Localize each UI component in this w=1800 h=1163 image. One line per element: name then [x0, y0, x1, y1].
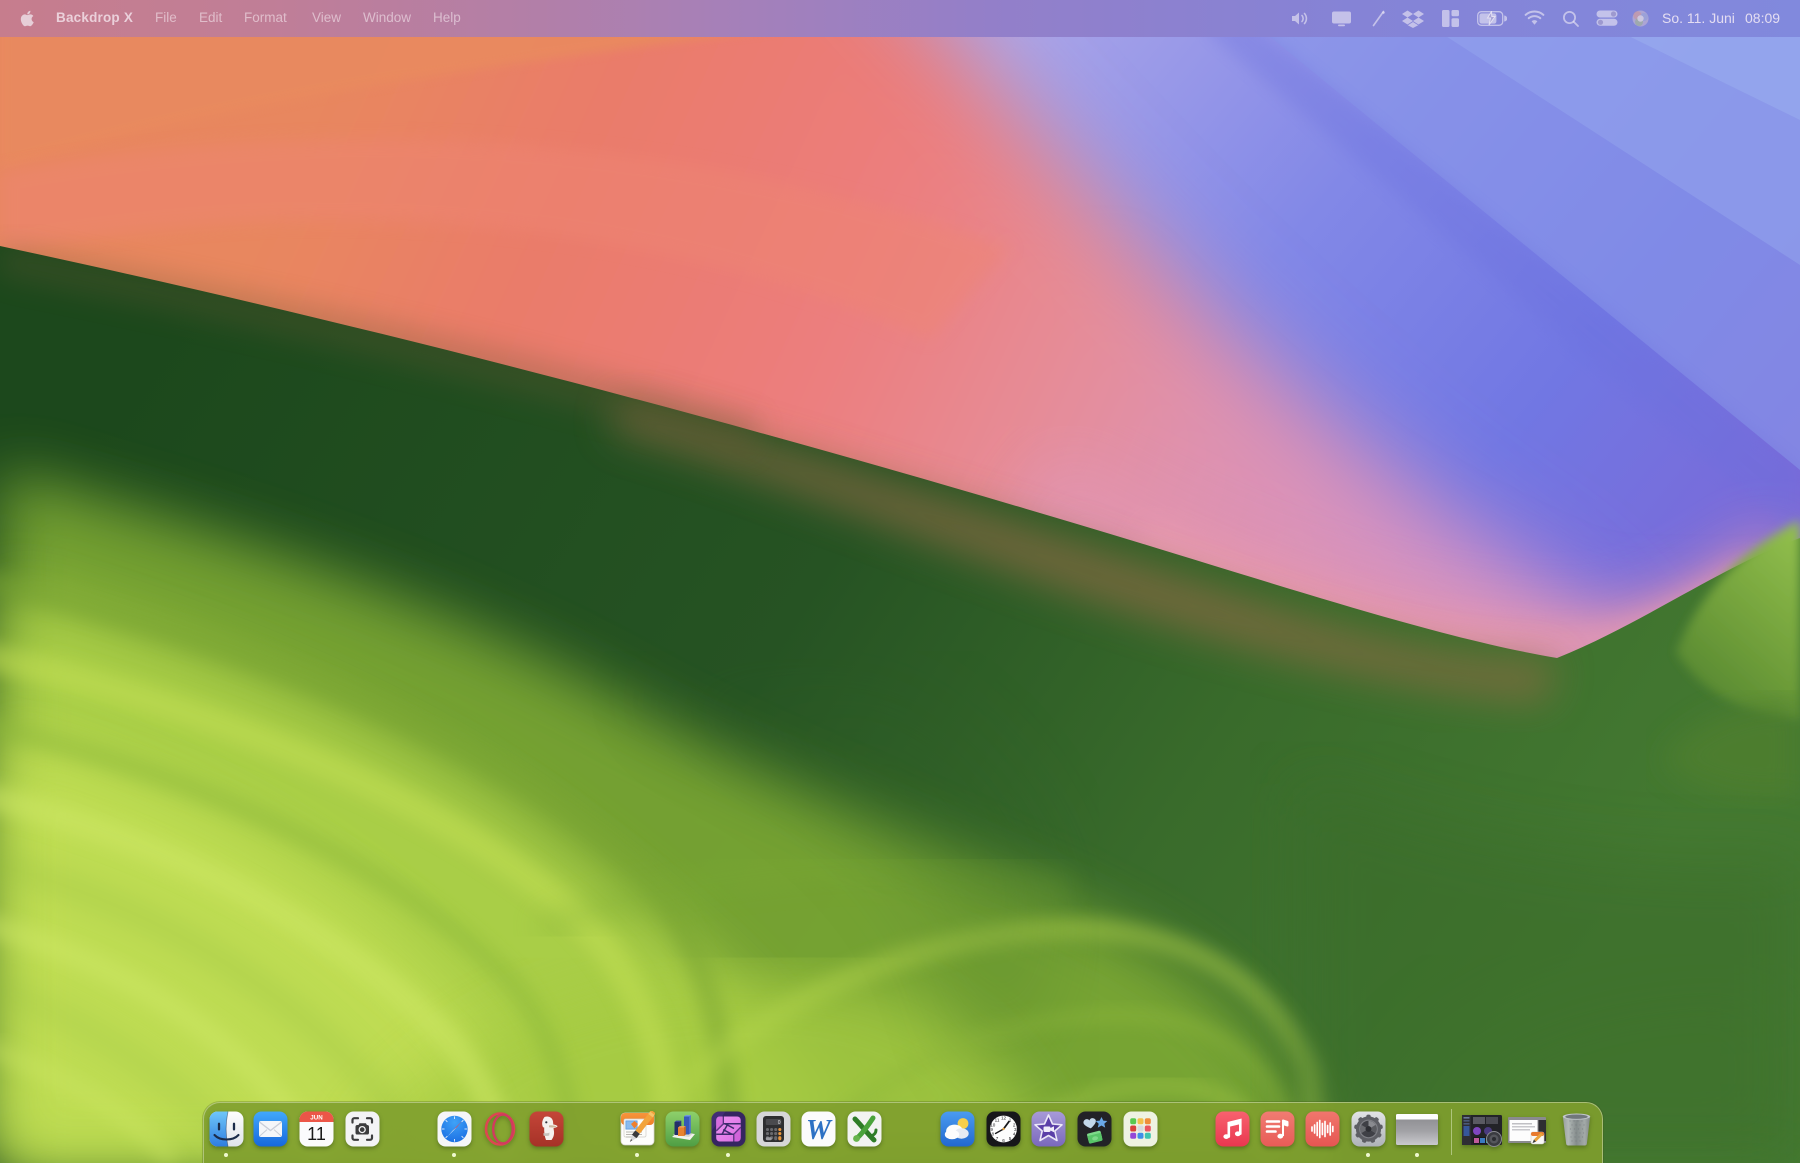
svg-text:12: 12 [1000, 1116, 1006, 1121]
svg-text:6: 6 [1002, 1138, 1005, 1143]
svg-text:8: 8 [991, 1132, 994, 1137]
svg-text:10: 10 [990, 1122, 996, 1127]
svg-text:11: 11 [307, 1124, 326, 1144]
svg-text:W: W [806, 1115, 833, 1146]
svg-text:4: 4 [1012, 1132, 1015, 1137]
svg-text:11: 11 [994, 1117, 999, 1122]
svg-text:0: 0 [777, 1120, 780, 1126]
svg-text:5: 5 [1008, 1136, 1011, 1141]
svg-text:JUN: JUN [310, 1115, 323, 1122]
svg-text:9: 9 [990, 1127, 993, 1132]
svg-text:7: 7 [995, 1136, 998, 1141]
